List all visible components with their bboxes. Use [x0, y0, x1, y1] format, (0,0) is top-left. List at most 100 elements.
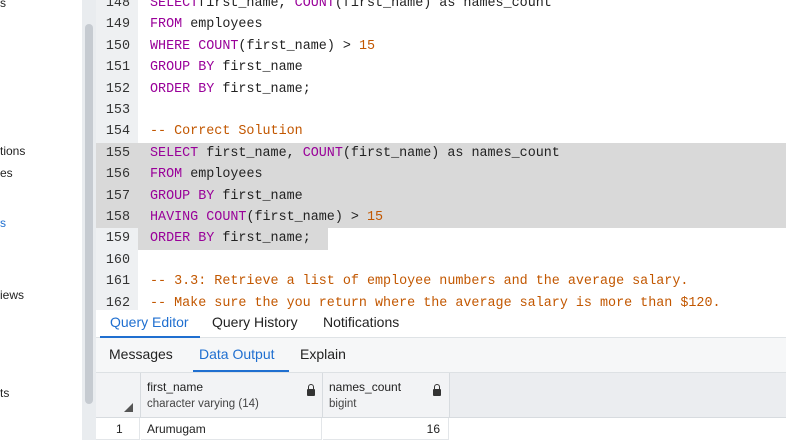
- sql-number: 15: [366, 210, 384, 225]
- code-line[interactable]: 161 -- 3.3: Retrieve a list of employee n…: [96, 271, 786, 292]
- sql-text: first_name,: [198, 145, 303, 161]
- code-text: HAVING COUNT(first_name) > 15: [150, 207, 383, 228]
- sql-text: employees: [182, 17, 263, 33]
- line-number: 161: [105, 274, 130, 290]
- line-number: 152: [105, 81, 130, 97]
- sql-keyword: GROUP BY: [150, 188, 215, 204]
- column-type: character varying (14): [147, 398, 259, 410]
- sql-keyword: ORDER BY: [150, 231, 215, 247]
- code-line[interactable]: 159 ORDER BY first_name;: [96, 228, 786, 250]
- sql-keyword: SELECT: [150, 145, 199, 161]
- tree-item-fragment[interactable]: s: [0, 0, 6, 10]
- lock-icon: [433, 384, 441, 396]
- data-output-grid: first_name character varying (14) names_…: [96, 373, 786, 440]
- code-text: GROUP BY first_name: [150, 57, 303, 78]
- sql-text: first_name;: [214, 81, 311, 97]
- line-number: 156: [105, 167, 130, 183]
- line-number: 153: [105, 103, 130, 118]
- tree-item-fragment[interactable]: s: [0, 216, 6, 230]
- sql-comment: -- Make sure the you return where the av…: [150, 295, 721, 310]
- sql-keyword: ORDER BY: [150, 81, 215, 97]
- code-line[interactable]: 156 FROM employees: [96, 164, 786, 186]
- code-text: FROM employees: [150, 164, 263, 185]
- browser-scrollbar[interactable]: [82, 0, 96, 440]
- code-text: WHERE COUNT(first_name) > 15: [150, 36, 375, 57]
- column-name: first_name: [147, 380, 204, 394]
- code-line[interactable]: 158 HAVING COUNT(first_name) > 15: [96, 207, 786, 229]
- code-text: ORDER BY first_name;: [150, 228, 311, 249]
- column-type: bigint: [329, 398, 357, 410]
- select-all-corner-icon[interactable]: [124, 403, 133, 412]
- table-cell[interactable]: 16: [323, 418, 449, 440]
- sql-text: first_name: [214, 188, 303, 204]
- active-tab-indicator: [193, 370, 289, 372]
- code-line[interactable]: 162 -- Make sure the you return where the…: [96, 293, 786, 310]
- code-text: GROUP BY first_name: [150, 186, 303, 207]
- code-text: FROM employees: [150, 14, 263, 35]
- code-line[interactable]: 148 SELECTfirst_name, COUNT(first_name) a…: [96, 0, 786, 14]
- sql-keyword: HAVING COUNT: [150, 210, 247, 225]
- line-number: 151: [105, 60, 130, 76]
- sql-keyword: FROM: [150, 167, 183, 183]
- sql-text: employees: [182, 167, 263, 183]
- sql-keyword: SELECT: [150, 0, 199, 11]
- grid-header-filler: [450, 373, 786, 418]
- tree-item-fragment[interactable]: ts: [0, 386, 9, 400]
- sql-number: 15: [358, 38, 376, 54]
- tree-item-fragment[interactable]: es: [0, 166, 13, 180]
- code-text: SELECTfirst_name, COUNT(first_name) as n…: [150, 0, 552, 14]
- code-text: ORDER BY first_name;: [150, 79, 311, 100]
- scrollbar-thumb[interactable]: [85, 24, 93, 404]
- row-number-header[interactable]: [96, 373, 141, 418]
- line-number: 149: [105, 17, 130, 33]
- sql-comment: -- Correct Solution: [150, 124, 303, 140]
- object-browser-panel: s tions es s iews ts: [0, 0, 82, 440]
- code-line[interactable]: 149 FROM employees: [96, 14, 786, 35]
- tab-data-output[interactable]: Data Output: [199, 346, 275, 362]
- tab-messages[interactable]: Messages: [109, 346, 173, 362]
- output-tabs: Messages Data Output Explain: [96, 338, 786, 373]
- tab-explain[interactable]: Explain: [300, 346, 346, 362]
- code-line[interactable]: 151 GROUP BY first_name: [96, 57, 786, 78]
- sql-keyword: GROUP BY: [150, 60, 215, 76]
- code-line[interactable]: 153: [96, 100, 786, 121]
- tree-item-fragment[interactable]: tions: [0, 144, 25, 158]
- code-line[interactable]: 160: [96, 250, 786, 271]
- code-text: -- Correct Solution: [150, 121, 303, 142]
- sql-text: (first_name) >: [238, 38, 359, 54]
- code-line[interactable]: 155 SELECT first_name, COUNT(first_name) …: [96, 142, 786, 165]
- sql-text: (first_name) as names_count: [342, 145, 560, 161]
- tab-query-editor[interactable]: Query Editor: [110, 314, 189, 330]
- tab-notifications[interactable]: Notifications: [323, 314, 399, 330]
- column-name: names_count: [329, 380, 402, 394]
- line-number: 157: [105, 188, 130, 204]
- sql-keyword: COUNT: [198, 38, 239, 54]
- tab-query-history[interactable]: Query History: [212, 314, 298, 330]
- line-number: 150: [105, 38, 130, 54]
- sql-text: first_name,: [198, 0, 295, 11]
- sql-editor[interactable]: 148 SELECTfirst_name, COUNT(first_name) a…: [96, 0, 786, 310]
- code-text: SELECT first_name, COUNT(first_name) as …: [150, 143, 560, 164]
- line-number: 160: [105, 252, 130, 268]
- code-line[interactable]: 157 GROUP BY first_name: [96, 185, 786, 207]
- column-header-first-name[interactable]: first_name character varying (14): [141, 373, 323, 418]
- query-tool-tabs: Query Editor Query History Notifications: [96, 310, 786, 336]
- row-number[interactable]: 1: [96, 418, 140, 440]
- sql-keyword: FROM: [150, 17, 183, 33]
- sql-text: (first_name) as names_count: [334, 0, 552, 11]
- lock-icon: [307, 384, 315, 396]
- sql-text: (first_name) >: [246, 210, 367, 225]
- line-number: 158: [105, 210, 130, 225]
- code-line[interactable]: 154 -- Correct Solution: [96, 121, 786, 142]
- sql-keyword: COUNT: [294, 0, 335, 11]
- table-cell[interactable]: Arumugam: [141, 418, 322, 440]
- code-line[interactable]: 152 ORDER BY first_name;: [96, 79, 786, 100]
- code-line[interactable]: 150 WHERE COUNT(first_name) > 15: [96, 36, 786, 57]
- tree-item-fragment[interactable]: iews: [0, 288, 24, 302]
- code-text: -- 3.3: Retrieve a list of employee numb…: [150, 271, 688, 292]
- column-header-names-count[interactable]: names_count bigint: [323, 373, 450, 418]
- line-number: 162: [105, 295, 130, 310]
- code-text: -- Make sure the you return where the av…: [150, 293, 721, 310]
- sql-text: first_name: [214, 60, 303, 76]
- sql-keyword: WHERE: [150, 38, 191, 54]
